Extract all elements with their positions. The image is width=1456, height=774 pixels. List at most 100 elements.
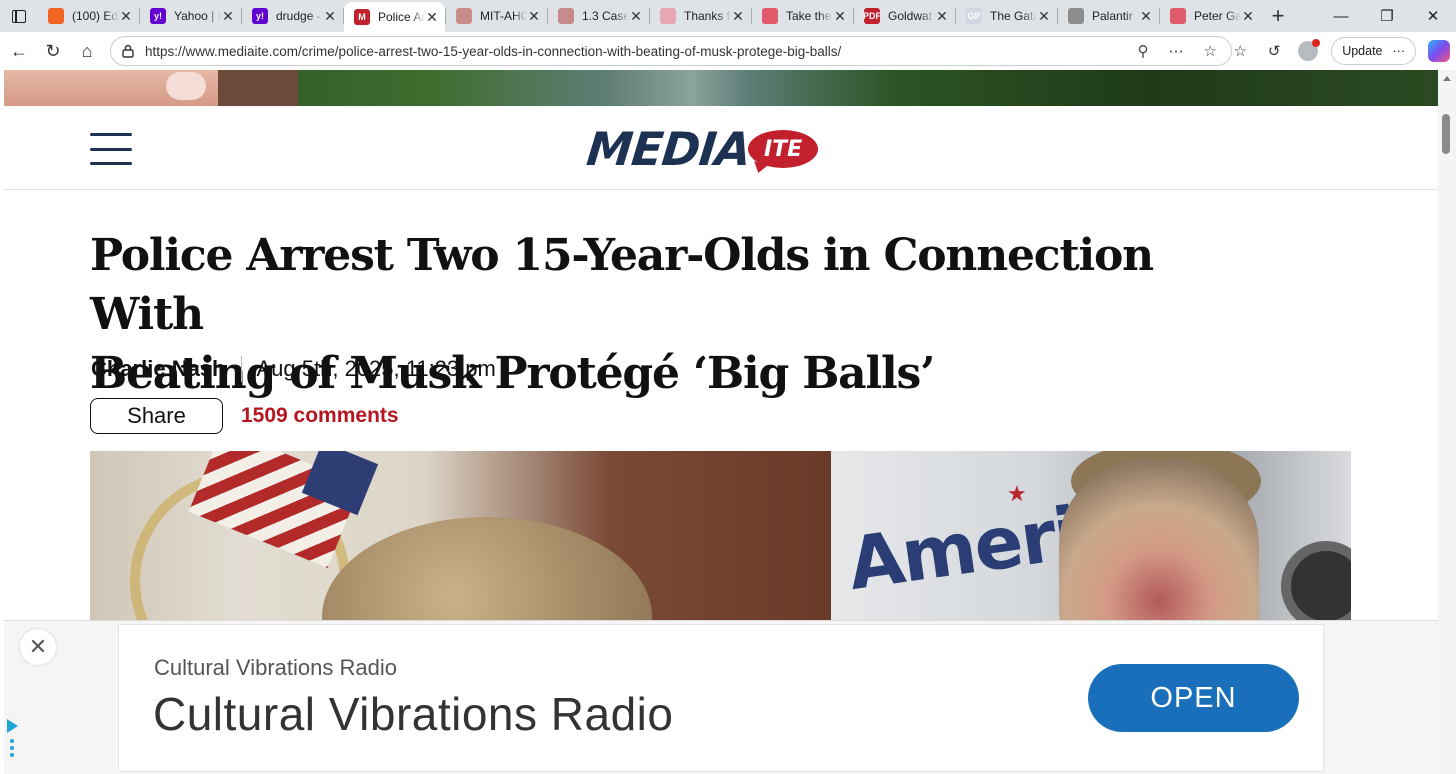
tab-close-icon[interactable]: ✕ — [1139, 8, 1153, 25]
star-icon: ★ — [1007, 481, 1027, 506]
tab-title: drudge - — [276, 9, 321, 23]
tab-favicon-icon: y! — [252, 8, 268, 24]
hamburger-menu-icon[interactable] — [90, 133, 132, 165]
comments-link[interactable]: 1509 comments — [241, 404, 399, 428]
ad-card[interactable]: Cultural Vibrations Radio Cultural Vibra… — [118, 624, 1324, 772]
minimize-button[interactable]: — — [1318, 0, 1364, 32]
tab-favicon-icon — [1170, 8, 1186, 24]
tab-close-icon[interactable]: ✕ — [629, 8, 643, 25]
toolbar-right: ☆ ↺ Update ··· — [1223, 36, 1456, 66]
logo-main: MEDIA — [584, 122, 753, 176]
refresh-button[interactable]: ↻ — [36, 34, 70, 68]
tab-close-icon[interactable]: ✕ — [323, 8, 337, 25]
tab-title: The Gatu — [990, 9, 1037, 23]
tab-title: MIT-AHC — [480, 9, 527, 23]
tab-close-icon[interactable]: ✕ — [731, 8, 745, 25]
restore-button[interactable]: ❐ — [1364, 0, 1410, 32]
tab-close-icon[interactable]: ✕ — [527, 8, 541, 25]
tab-close-icon[interactable]: ✕ — [425, 9, 439, 26]
update-label: Update — [1342, 44, 1383, 58]
adchoices-icon[interactable] — [7, 719, 21, 765]
site-logo[interactable]: MEDIA ITE — [584, 122, 819, 176]
copilot-button[interactable] — [1422, 36, 1456, 66]
read-aloud-icon[interactable]: ⋯ — [1169, 42, 1184, 60]
home-button[interactable]: ⌂ — [70, 34, 104, 68]
scroll-up-arrow-icon[interactable] — [1443, 76, 1451, 81]
tab-strip: (100) Ed ✕ y! Yahoo | I ✕ y! drudge - ✕ M Police … — [0, 0, 1456, 32]
share-button[interactable]: Share — [90, 398, 223, 434]
close-window-button[interactable]: ✕ — [1410, 0, 1456, 32]
tab-close-icon[interactable]: ✕ — [833, 8, 847, 25]
tab-favicon-icon: PDF — [863, 8, 881, 24]
new-tab-button[interactable]: + — [1261, 0, 1295, 32]
tab-title: Take the — [786, 9, 832, 23]
publish-date: Aug 5th, 2025, 11:23 pm — [256, 356, 496, 381]
page-viewport: MEDIA ITE Police Arrest Two 15-Year-Olds… — [4, 70, 1438, 774]
back-button[interactable]: ← — [2, 34, 36, 68]
tab-actions-icon — [12, 9, 26, 23]
browser-tab[interactable]: MIT-AHC ✕ — [446, 0, 547, 32]
browser-tab[interactable]: GP The Gatu ✕ — [956, 0, 1057, 32]
browser-tab[interactable]: (100) Ed ✕ — [38, 0, 139, 32]
browser-tab[interactable]: Thanks f ✕ — [650, 0, 751, 32]
lock-icon[interactable] — [121, 44, 135, 58]
favorite-star-icon[interactable]: ☆ — [1204, 42, 1217, 60]
browser-tab[interactable]: Take the ✕ — [752, 0, 853, 32]
url-text[interactable]: https://www.mediaite.com/crime/police-ar… — [145, 44, 1138, 59]
browser-tab[interactable]: Peter Ga ✕ — [1160, 0, 1261, 32]
tab-close-icon[interactable]: ✕ — [935, 8, 949, 25]
browser-tab[interactable]: y! Yahoo | I ✕ — [140, 0, 241, 32]
share-row: Share 1509 comments — [90, 398, 399, 434]
hero-image-right: American ★ — [831, 451, 1351, 631]
avatar — [1298, 39, 1321, 61]
browser-tab[interactable]: Palantir ✕ — [1058, 0, 1159, 32]
tab-close-icon[interactable]: ✕ — [1037, 8, 1051, 25]
tab-favicon-icon — [48, 8, 64, 24]
update-button[interactable]: Update ··· — [1331, 37, 1416, 65]
author-link[interactable]: Charlie Nash — [91, 356, 226, 382]
address-bar[interactable]: https://www.mediaite.com/crime/police-ar… — [110, 36, 1232, 66]
tab-close-icon[interactable]: ✕ — [221, 8, 235, 25]
tab-title: Thanks f — [684, 9, 731, 23]
window-controls: — ❐ ✕ — [1318, 0, 1456, 32]
tab-favicon-icon: GP — [966, 8, 982, 24]
top-banner-image — [4, 70, 1438, 106]
browser-tab[interactable]: PDF Goldwat ✕ — [854, 0, 955, 32]
tab-close-icon[interactable]: ✕ — [1241, 8, 1255, 25]
history-icon[interactable]: ↺ — [1257, 36, 1291, 66]
tab-title: Goldwat — [888, 9, 933, 23]
headline-line-1: Police Arrest Two 15-Year-Olds in Connec… — [90, 230, 1154, 340]
bottom-ad: ✕ Cultural Vibrations Radio Cultural Vib… — [4, 620, 1438, 774]
tab-title: (100) Ed — [72, 9, 119, 23]
profile-button[interactable] — [1291, 36, 1325, 66]
browser-tab[interactable]: y! drudge - ✕ — [242, 0, 343, 32]
tab-favicon-icon: M — [354, 9, 370, 25]
hero-image-left — [90, 451, 831, 631]
wheel-shape — [1281, 541, 1351, 631]
tab-title: Police Ar — [378, 10, 425, 24]
tab-list: (100) Ed ✕ y! Yahoo | I ✕ y! drudge - ✕ M Police … — [38, 0, 1261, 32]
copilot-icon — [1428, 40, 1450, 62]
ad-close-button[interactable]: ✕ — [20, 629, 56, 665]
banner-nail — [166, 72, 206, 100]
browser-tab[interactable]: 1.3 Case ✕ — [548, 0, 649, 32]
scrollbar-thumb[interactable] — [1442, 114, 1450, 154]
ad-subtitle: Cultural Vibrations Radio — [154, 655, 397, 680]
tab-close-icon[interactable]: ✕ — [119, 8, 133, 25]
hair-shape — [322, 517, 652, 631]
face-shape — [1059, 459, 1259, 631]
zoom-icon[interactable]: ⚲ — [1138, 42, 1149, 60]
ad-open-button[interactable]: OPEN — [1088, 664, 1299, 732]
tab-favicon-icon: y! — [150, 8, 166, 24]
browser-tab[interactable]: M Police Ar ✕ — [344, 2, 445, 32]
site-header: MEDIA ITE — [4, 106, 1438, 190]
tab-actions-menu-button[interactable] — [0, 0, 38, 32]
tab-favicon-icon — [762, 8, 778, 24]
byline-divider — [240, 356, 242, 382]
tab-favicon-icon — [456, 8, 472, 24]
tab-favicon-icon — [558, 8, 574, 24]
favorites-icon[interactable]: ☆ — [1223, 36, 1257, 66]
page-scrollbar[interactable] — [1438, 70, 1456, 774]
banner-band — [218, 70, 298, 106]
tab-title: 1.3 Case — [582, 9, 629, 23]
